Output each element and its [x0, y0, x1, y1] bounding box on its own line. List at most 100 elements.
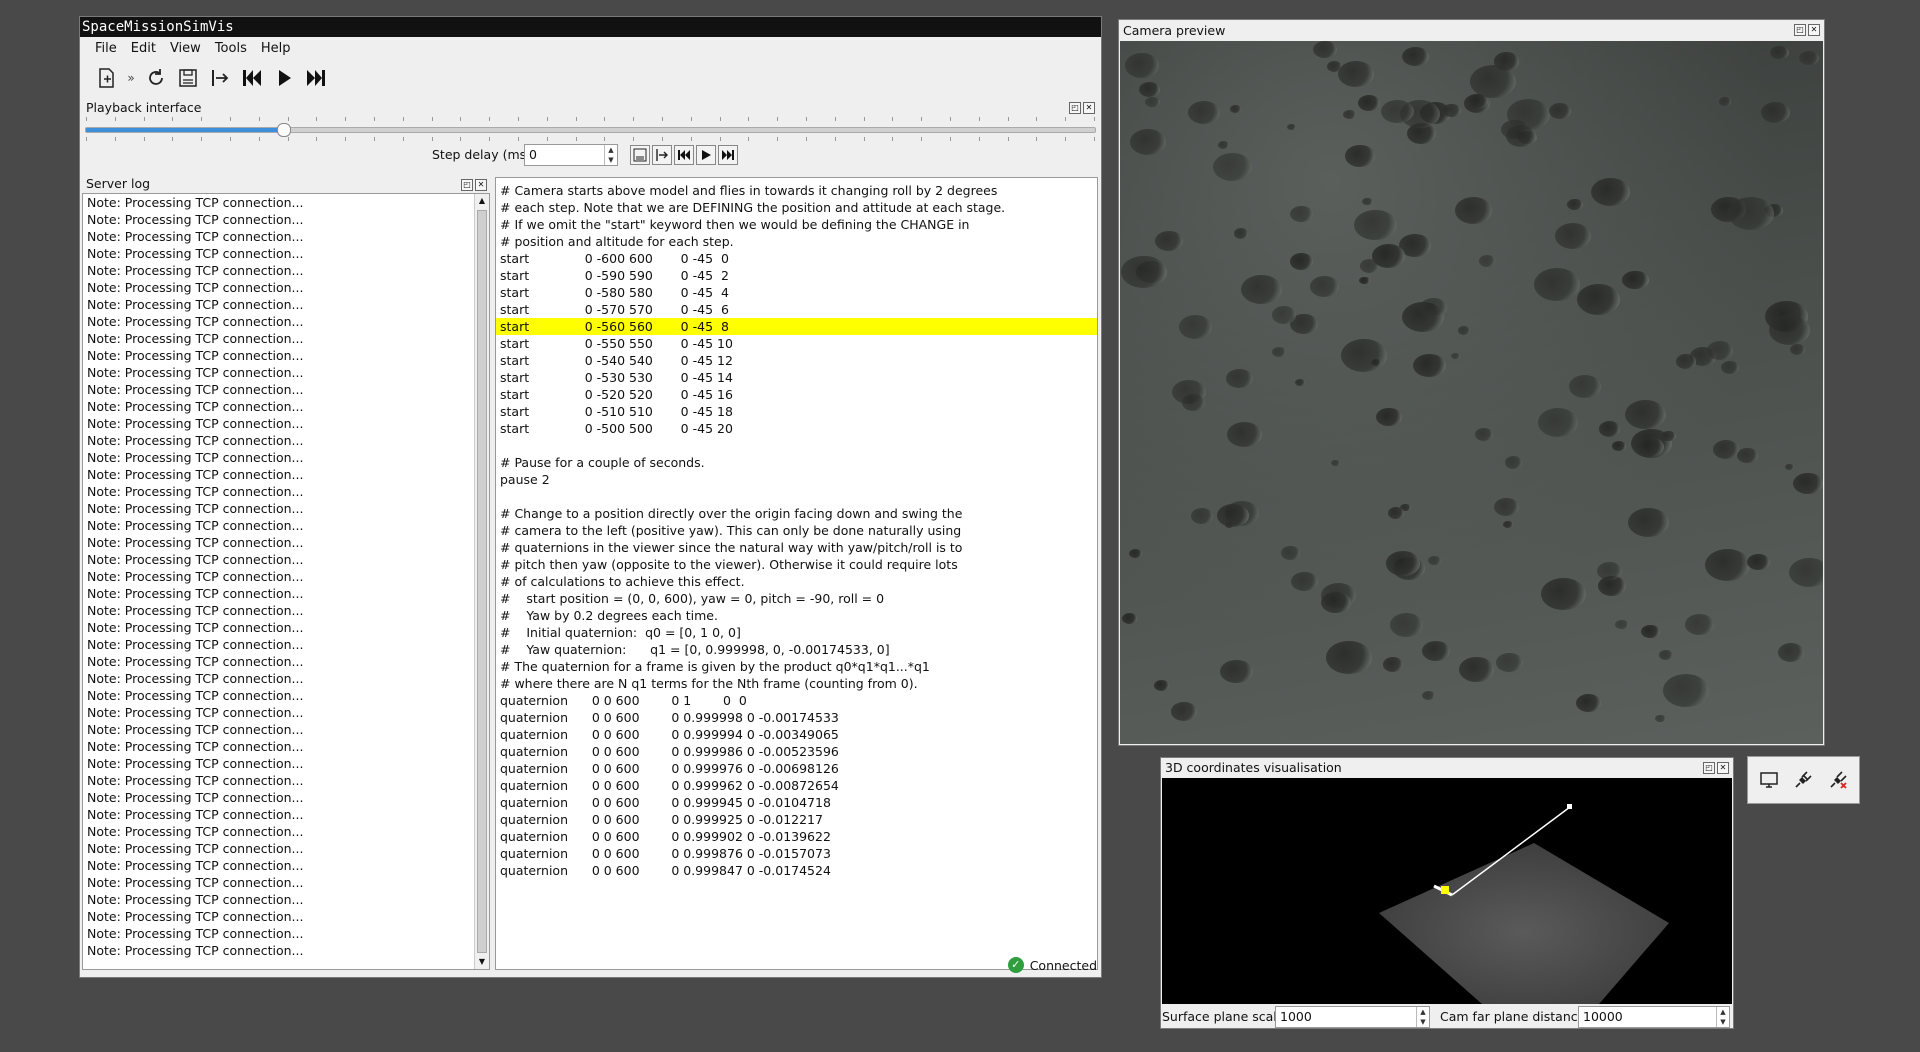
pb-step-to-button[interactable]	[652, 145, 672, 165]
server-log-list[interactable]: Note: Processing TCP connection... Note: …	[82, 193, 490, 970]
menu-view[interactable]: View	[163, 41, 208, 56]
spin-arrows-icon[interactable]: ▲ ▼	[1716, 1007, 1729, 1027]
server-log-scrollbar[interactable]: ▲ ▼	[474, 194, 489, 969]
script-line: quaternion 0 0 600 0 0.999847 0 -0.01745…	[500, 863, 831, 878]
playback-slider-fill	[86, 128, 284, 132]
crater	[1358, 95, 1381, 111]
connection-toolbar	[1747, 756, 1860, 804]
crater	[1354, 209, 1398, 241]
skip-to-end-button[interactable]	[302, 64, 330, 92]
log-line: Note: Processing TCP connection...	[87, 620, 304, 635]
slider-tick	[949, 137, 951, 141]
log-line: Note: Processing TCP connection...	[87, 790, 304, 805]
close-icon[interactable]: ✕	[475, 179, 487, 191]
slider-tick	[143, 137, 145, 141]
log-line: Note: Processing TCP connection...	[87, 858, 304, 873]
crater	[1612, 441, 1626, 451]
menu-edit[interactable]: Edit	[124, 41, 163, 56]
main-toolbar: »	[80, 60, 1101, 96]
pb-play-button[interactable]	[696, 145, 716, 165]
menu-help[interactable]: Help	[254, 41, 298, 56]
surface-scale-spinbox[interactable]: 1000 ▲ ▼	[1275, 1006, 1430, 1028]
slider-tick	[1093, 117, 1095, 121]
pb-save-button[interactable]	[630, 145, 650, 165]
crater	[1309, 275, 1340, 297]
log-line: Note: Processing TCP connection...	[87, 501, 304, 516]
crater	[1419, 298, 1447, 318]
script-line: start 0 -520 520 0 -45 16	[500, 387, 733, 402]
log-line: Note: Processing TCP connection...	[87, 484, 304, 499]
disconnect-plug-icon[interactable]	[1828, 770, 1848, 790]
crater	[1790, 344, 1806, 355]
log-line: Note: Processing TCP connection...	[87, 331, 304, 346]
crater	[1413, 354, 1446, 378]
crater	[1596, 561, 1622, 580]
script-editor[interactable]: # Camera starts above model and flies in…	[495, 177, 1098, 970]
slider-tick	[460, 117, 462, 121]
reload-button[interactable]	[142, 64, 170, 92]
close-icon[interactable]: ✕	[1808, 24, 1820, 36]
slider-tick	[86, 137, 87, 141]
crater	[1181, 394, 1205, 411]
crater	[1271, 306, 1297, 324]
log-line: Note: Processing TCP connection...	[87, 416, 304, 431]
script-line	[496, 488, 1097, 505]
crater	[1442, 103, 1461, 118]
playback-dock-buttons: ◰ ✕	[1069, 102, 1095, 114]
slider-tick	[460, 137, 462, 141]
crater	[1370, 358, 1382, 366]
float-icon[interactable]: ◰	[1703, 762, 1715, 774]
pb-skip-to-start-button[interactable]	[674, 145, 694, 165]
float-icon[interactable]: ◰	[1069, 102, 1081, 114]
slider-tick	[517, 137, 519, 141]
scrollbar-thumb[interactable]	[477, 210, 487, 953]
step-to-button[interactable]	[206, 64, 234, 92]
surface-scale-label: Surface plane scale	[1162, 1009, 1285, 1024]
slider-tick	[201, 117, 203, 121]
playback-slider-handle[interactable]	[277, 123, 292, 137]
menu-tools[interactable]: Tools	[208, 41, 254, 56]
pb-skip-to-end-button[interactable]	[718, 145, 738, 165]
step-delay-spinbox[interactable]: 0 ▲ ▼	[524, 144, 618, 166]
crater	[1675, 353, 1697, 369]
menu-file[interactable]: File	[88, 41, 124, 56]
slider-tick	[373, 137, 375, 141]
log-line: Note: Processing TCP connection...	[87, 382, 304, 397]
crater	[1661, 430, 1677, 442]
script-line	[496, 437, 1097, 454]
scroll-down-icon[interactable]: ▼	[475, 955, 489, 969]
script-line: start 0 -510 510 0 -45 18	[500, 404, 733, 419]
crater	[1381, 100, 1414, 124]
float-icon[interactable]: ◰	[461, 179, 473, 191]
skip-to-start-button[interactable]	[238, 64, 266, 92]
crater	[1330, 459, 1340, 467]
connect-plug-icon[interactable]	[1793, 770, 1813, 790]
log-line: Note: Processing TCP connection...	[87, 773, 304, 788]
crater	[1286, 123, 1296, 131]
far-plane-spinbox[interactable]: 10000 ▲ ▼	[1578, 1006, 1730, 1028]
spin-arrows-icon[interactable]: ▲ ▼	[604, 145, 617, 165]
float-icon[interactable]: ◰	[1794, 24, 1806, 36]
log-line: Note: Processing TCP connection...	[87, 654, 304, 669]
playback-slider[interactable]	[85, 123, 1096, 137]
play-button[interactable]	[270, 64, 298, 92]
new-script-button[interactable]	[92, 64, 120, 92]
crater	[1129, 129, 1166, 156]
crater	[1506, 98, 1550, 130]
scroll-up-icon[interactable]: ▲	[475, 194, 489, 208]
spin-arrows-icon[interactable]: ▲ ▼	[1416, 1007, 1429, 1027]
save-button[interactable]	[174, 64, 202, 92]
slider-tick	[978, 117, 980, 121]
toolbar-overflow-chevron[interactable]: »	[124, 71, 138, 85]
crater	[1212, 152, 1253, 182]
close-icon[interactable]: ✕	[1083, 102, 1095, 114]
skip-to-start-icon	[678, 150, 690, 160]
coords-3d-view[interactable]	[1162, 778, 1732, 1004]
slider-tick	[316, 137, 318, 141]
coords-vis-window: 3D coordinates visualisation ◰ ✕ Surface…	[1160, 757, 1734, 1029]
monitor-icon[interactable]	[1759, 770, 1779, 790]
close-icon[interactable]: ✕	[1717, 762, 1729, 774]
script-line: start 0 -530 530 0 -45 14	[500, 370, 733, 385]
slider-tick	[892, 137, 894, 141]
crater	[1376, 408, 1403, 427]
